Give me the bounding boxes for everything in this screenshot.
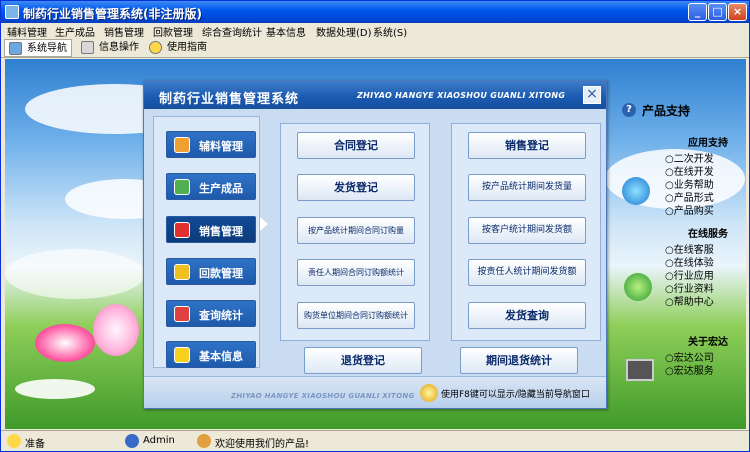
document-icon bbox=[81, 40, 94, 54]
book-icon bbox=[174, 306, 190, 322]
computer-icon bbox=[626, 359, 654, 381]
help-icon bbox=[149, 40, 162, 54]
welcome-icon bbox=[197, 434, 211, 448]
refresh-arrow-icon bbox=[622, 177, 650, 205]
shipment-query-button[interactable]: 发货查询 bbox=[468, 302, 586, 329]
nav-products[interactable]: 生产成品 bbox=[166, 173, 256, 200]
maximize-button[interactable]: □ bbox=[708, 3, 727, 21]
service-link[interactable]: ○帮助中心 bbox=[665, 293, 714, 308]
nav-payments[interactable]: 回款管理 bbox=[166, 258, 256, 285]
contract-amount-by-owner-button[interactable]: 责任人期间合同订购额统计 bbox=[297, 259, 415, 286]
coins-icon bbox=[174, 264, 190, 280]
active-arrow-icon bbox=[260, 217, 268, 231]
app-support-heading: 应用支持 bbox=[688, 138, 728, 149]
menu-item-system[interactable]: 系统(S) bbox=[373, 24, 407, 39]
contract-amount-by-buyer-button[interactable]: 购货单位期间合同订购额统计 bbox=[297, 302, 415, 329]
return-register-button[interactable]: 退货登记 bbox=[304, 347, 422, 374]
footer-tip: 使用F8键可以显示/隐藏当前导航窗口 bbox=[441, 390, 590, 400]
window-title: 制药行业销售管理系统(非注册版) bbox=[23, 7, 202, 21]
about-link[interactable]: ○宏达服务 bbox=[665, 362, 714, 377]
period-return-stats-button[interactable]: 期间退货统计 bbox=[460, 347, 578, 374]
flower-image bbox=[35, 324, 95, 362]
title-bar: 制药行业销售管理系统(非注册版) _ □ × bbox=[1, 1, 749, 23]
nav-basic-info[interactable]: 基本信息 bbox=[166, 341, 256, 368]
tab-system-nav-label: 系统导航 bbox=[27, 43, 67, 54]
status-bar: 准备 Admin 欢迎使用我们的产品! bbox=[1, 430, 749, 451]
cloud bbox=[5, 249, 145, 299]
users-icon bbox=[174, 179, 190, 195]
support-title: 产品支持 bbox=[642, 104, 691, 118]
shipment-qty-by-product-button[interactable]: 按产品统计期间发货量 bbox=[468, 174, 586, 201]
tip-bulb-icon bbox=[420, 384, 438, 402]
question-icon: ? bbox=[622, 103, 636, 117]
tab-info-ops-label: 信息操作 bbox=[99, 42, 139, 53]
nav-sales[interactable]: 销售管理 bbox=[166, 216, 256, 243]
nav-icon bbox=[9, 41, 22, 55]
shipment-amount-by-owner-button[interactable]: 按责任人统计期间发货额 bbox=[468, 259, 586, 286]
shipment-amount-by-customer-button[interactable]: 按客户统计期间发货额 bbox=[468, 217, 586, 244]
about-heading: 关于宏达 bbox=[688, 337, 728, 348]
toolbox-icon bbox=[174, 137, 190, 153]
nav-query-label: 查询统计 bbox=[199, 309, 243, 322]
navigation-dialog: 制药行业销售管理系统 ZHIYAO HANGYE XIAOSHOU GUANLI… bbox=[143, 80, 607, 409]
sales-left-group: 合同登记 发货登记 按产品统计期间合同订购量 责任人期间合同订购额统计 购货单位… bbox=[280, 123, 430, 341]
ready-icon bbox=[7, 434, 21, 448]
product-support-panel: ? 产品支持 应用支持 ○二次开发 ○在线开发 ○业务帮助 ○产品形式 ○产品购… bbox=[610, 97, 746, 427]
flower-image bbox=[93, 304, 139, 356]
globe-icon bbox=[624, 273, 652, 301]
sales-icon bbox=[174, 222, 190, 238]
menu-item-data[interactable]: 数据处理(D) bbox=[316, 24, 372, 39]
status-user: Admin bbox=[143, 435, 175, 446]
dialog-footer: ZHIYAO HANGYE XIAOSHOU GUANLI XITONG 使用F… bbox=[144, 376, 606, 408]
shipment-register-button[interactable]: 发货登记 bbox=[297, 174, 415, 201]
main-window: 制药行业销售管理系统(非注册版) _ □ × 辅料管理 生产成品 销售管理 回款… bbox=[0, 0, 750, 452]
daisies-image bbox=[15, 379, 95, 399]
menu-item-materials[interactable]: 辅料管理 bbox=[7, 24, 47, 39]
dialog-header: 制药行业销售管理系统 ZHIYAO HANGYE XIAOSHOU GUANLI… bbox=[144, 81, 606, 109]
menu-item-sales[interactable]: 销售管理 bbox=[104, 24, 144, 39]
dialog-body: 辅料管理 生产成品 销售管理 回款管理 查询统计 基本信息 合同登记 发货登记 … bbox=[144, 109, 606, 376]
nav-sales-label: 销售管理 bbox=[199, 225, 243, 238]
status-ready: 准备 bbox=[25, 439, 45, 450]
nav-materials-label: 辅料管理 bbox=[199, 140, 243, 153]
close-button[interactable]: × bbox=[728, 3, 747, 21]
nav-materials[interactable]: 辅料管理 bbox=[166, 131, 256, 158]
dialog-subtitle: ZHIYAO HANGYE XIAOSHOU GUANLI XITONG bbox=[357, 91, 566, 100]
footer-subtitle: ZHIYAO HANGYE XIAOSHOU GUANLI XITONG bbox=[231, 392, 415, 400]
tab-info-ops[interactable]: 信息操作 bbox=[81, 39, 139, 57]
module-nav: 辅料管理 生产成品 销售管理 回款管理 查询统计 基本信息 bbox=[153, 116, 260, 368]
sales-register-button[interactable]: 销售登记 bbox=[468, 132, 586, 159]
nav-payments-label: 回款管理 bbox=[199, 267, 243, 280]
status-welcome: 欢迎使用我们的产品! bbox=[215, 439, 310, 450]
tab-help-label: 使用指南 bbox=[167, 42, 207, 53]
menu-item-payments[interactable]: 回款管理 bbox=[153, 24, 193, 39]
user-icon bbox=[125, 434, 139, 448]
nav-basic-info-label: 基本信息 bbox=[199, 350, 243, 363]
nav-query[interactable]: 查询统计 bbox=[166, 300, 256, 327]
support-link[interactable]: ○产品购买 bbox=[665, 202, 714, 217]
minimize-button[interactable]: _ bbox=[688, 3, 707, 21]
online-service-heading: 在线服务 bbox=[688, 229, 728, 240]
dialog-title: 制药行业销售管理系统 bbox=[159, 92, 300, 107]
tab-help[interactable]: 使用指南 bbox=[149, 39, 207, 57]
contract-register-button[interactable]: 合同登记 bbox=[297, 132, 415, 159]
app-icon bbox=[5, 5, 19, 19]
menu-item-basic-info[interactable]: 基本信息 bbox=[266, 24, 306, 39]
menu-item-products[interactable]: 生产成品 bbox=[55, 24, 95, 39]
tab-system-nav[interactable]: 系统导航 bbox=[4, 39, 72, 57]
sales-right-group: 销售登记 按产品统计期间发货量 按客户统计期间发货额 按责任人统计期间发货额 发… bbox=[451, 123, 601, 341]
dialog-close-button[interactable]: × bbox=[583, 86, 601, 104]
menu-item-query[interactable]: 综合查询统计 bbox=[202, 24, 262, 39]
toolbar: 系统导航 信息操作 使用指南 bbox=[1, 38, 749, 58]
star-icon bbox=[174, 347, 190, 363]
contract-qty-by-product-button[interactable]: 按产品统计期间合同订购量 bbox=[297, 217, 415, 244]
nav-products-label: 生产成品 bbox=[199, 182, 243, 195]
menu-bar: 辅料管理 生产成品 销售管理 回款管理 综合查询统计 基本信息 数据处理(D) … bbox=[1, 23, 749, 39]
